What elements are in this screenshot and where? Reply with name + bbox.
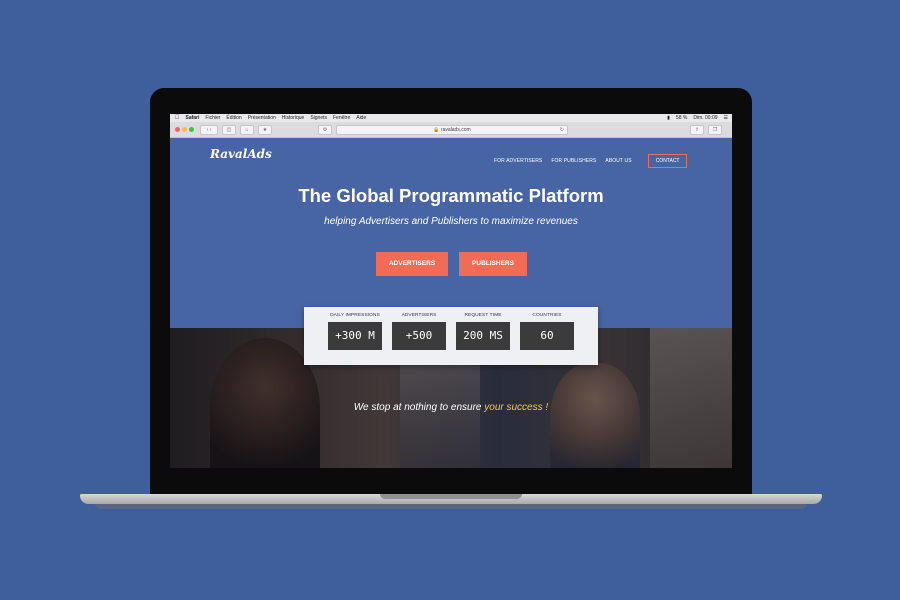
- stat-label: REQUEST TIME: [464, 313, 502, 318]
- list-icon[interactable]: ☰: [724, 114, 728, 122]
- stat-label: COUNTRIES: [532, 313, 562, 318]
- url-text: ravalads.com: [440, 127, 471, 133]
- stat-value: 200 MS: [456, 322, 510, 350]
- stat-daily-impressions: DAILY IMPRESSIONS +300 M: [328, 313, 382, 350]
- safari-toolbar: ‹ › ◫ ⌂ ★ ⚙ 🔒 ravalads.com ↻ ⇧ ❐: [170, 122, 732, 138]
- laptop-screen:  Safari Fichier Édition Présentation Hi…: [170, 114, 732, 468]
- hero-title: The Global Programmatic Platform: [298, 185, 604, 206]
- stat-request-time: REQUEST TIME 200 MS: [456, 313, 510, 350]
- tagline-text: We stop at nothing to ensure: [353, 402, 485, 413]
- menu-fichier[interactable]: Fichier: [205, 114, 220, 122]
- sidebar-icon[interactable]: ◫: [222, 125, 236, 135]
- clock[interactable]: Dim. 00:09: [693, 114, 717, 122]
- apple-icon[interactable]: : [175, 114, 180, 122]
- close-window-button[interactable]: [175, 127, 180, 132]
- mac-menubar:  Safari Fichier Édition Présentation Hi…: [170, 114, 732, 122]
- stats-panel: DAILY IMPRESSIONS +300 M ADVERTISERS +50…: [304, 307, 598, 365]
- laptop-base-notch: [380, 494, 522, 499]
- laptop-frame:  Safari Fichier Édition Présentation Hi…: [150, 88, 752, 498]
- tagline-highlight: your success !: [484, 402, 549, 413]
- menu-aide[interactable]: Aide: [356, 114, 366, 122]
- back-forward-buttons[interactable]: ‹ ›: [200, 125, 218, 135]
- hero-subtitle: helping Advertisers and Publishers to ma…: [324, 216, 578, 227]
- menu-fenetre[interactable]: Fenêtre: [333, 114, 350, 122]
- settings-icon[interactable]: ⚙: [318, 125, 332, 135]
- site-nav: FOR ADVERTISERS FOR PUBLISHERS ABOUT US …: [494, 154, 688, 168]
- nav-about-us[interactable]: ABOUT US: [605, 158, 631, 164]
- menu-signets[interactable]: Signets: [310, 114, 327, 122]
- stat-value: +500: [392, 322, 446, 350]
- zoom-window-button[interactable]: [189, 127, 194, 132]
- menu-edition[interactable]: Édition: [226, 114, 241, 122]
- reload-icon[interactable]: ↻: [560, 126, 564, 134]
- site-logo[interactable]: RavalAds: [210, 147, 272, 161]
- tagline: We stop at nothing to ensure your succes…: [170, 402, 732, 413]
- menubar-status: ▮ 58 % Dim. 00:09 ☰: [667, 114, 728, 122]
- battery-percent: 58 %: [675, 115, 688, 121]
- stat-label: ADVERTISERS: [401, 313, 437, 318]
- publishers-button[interactable]: PUBLISHERS: [459, 252, 527, 276]
- battery-icon[interactable]: ▮: [667, 114, 670, 122]
- stat-value: +300 M: [328, 322, 382, 350]
- nav-for-publishers[interactable]: FOR PUBLISHERS: [551, 158, 596, 164]
- website: RavalAds FOR ADVERTISERS FOR PUBLISHERS …: [170, 138, 732, 468]
- share-icon[interactable]: ⇧: [690, 125, 704, 135]
- stat-value: 60: [520, 322, 574, 350]
- stat-countries: COUNTRIES 60: [520, 313, 574, 350]
- advertisers-button[interactable]: ADVERTISERS: [376, 252, 448, 276]
- stat-advertisers: ADVERTISERS +500: [392, 313, 446, 350]
- lock-icon: 🔒: [433, 127, 440, 133]
- stat-label: DAILY IMPRESSIONS: [330, 313, 380, 318]
- menu-presentation[interactable]: Présentation: [248, 114, 276, 122]
- tabs-icon[interactable]: ❐: [708, 125, 722, 135]
- bookmarks-icon[interactable]: ★: [258, 125, 272, 135]
- menu-historique[interactable]: Historique: [282, 114, 305, 122]
- nav-for-advertisers[interactable]: FOR ADVERTISERS: [494, 158, 542, 164]
- menu-safari[interactable]: Safari: [186, 114, 200, 122]
- minimize-window-button[interactable]: [182, 127, 187, 132]
- home-icon[interactable]: ⌂: [240, 125, 254, 135]
- address-bar[interactable]: 🔒 ravalads.com ↻: [336, 125, 568, 135]
- contact-button[interactable]: CONTACT: [647, 154, 688, 168]
